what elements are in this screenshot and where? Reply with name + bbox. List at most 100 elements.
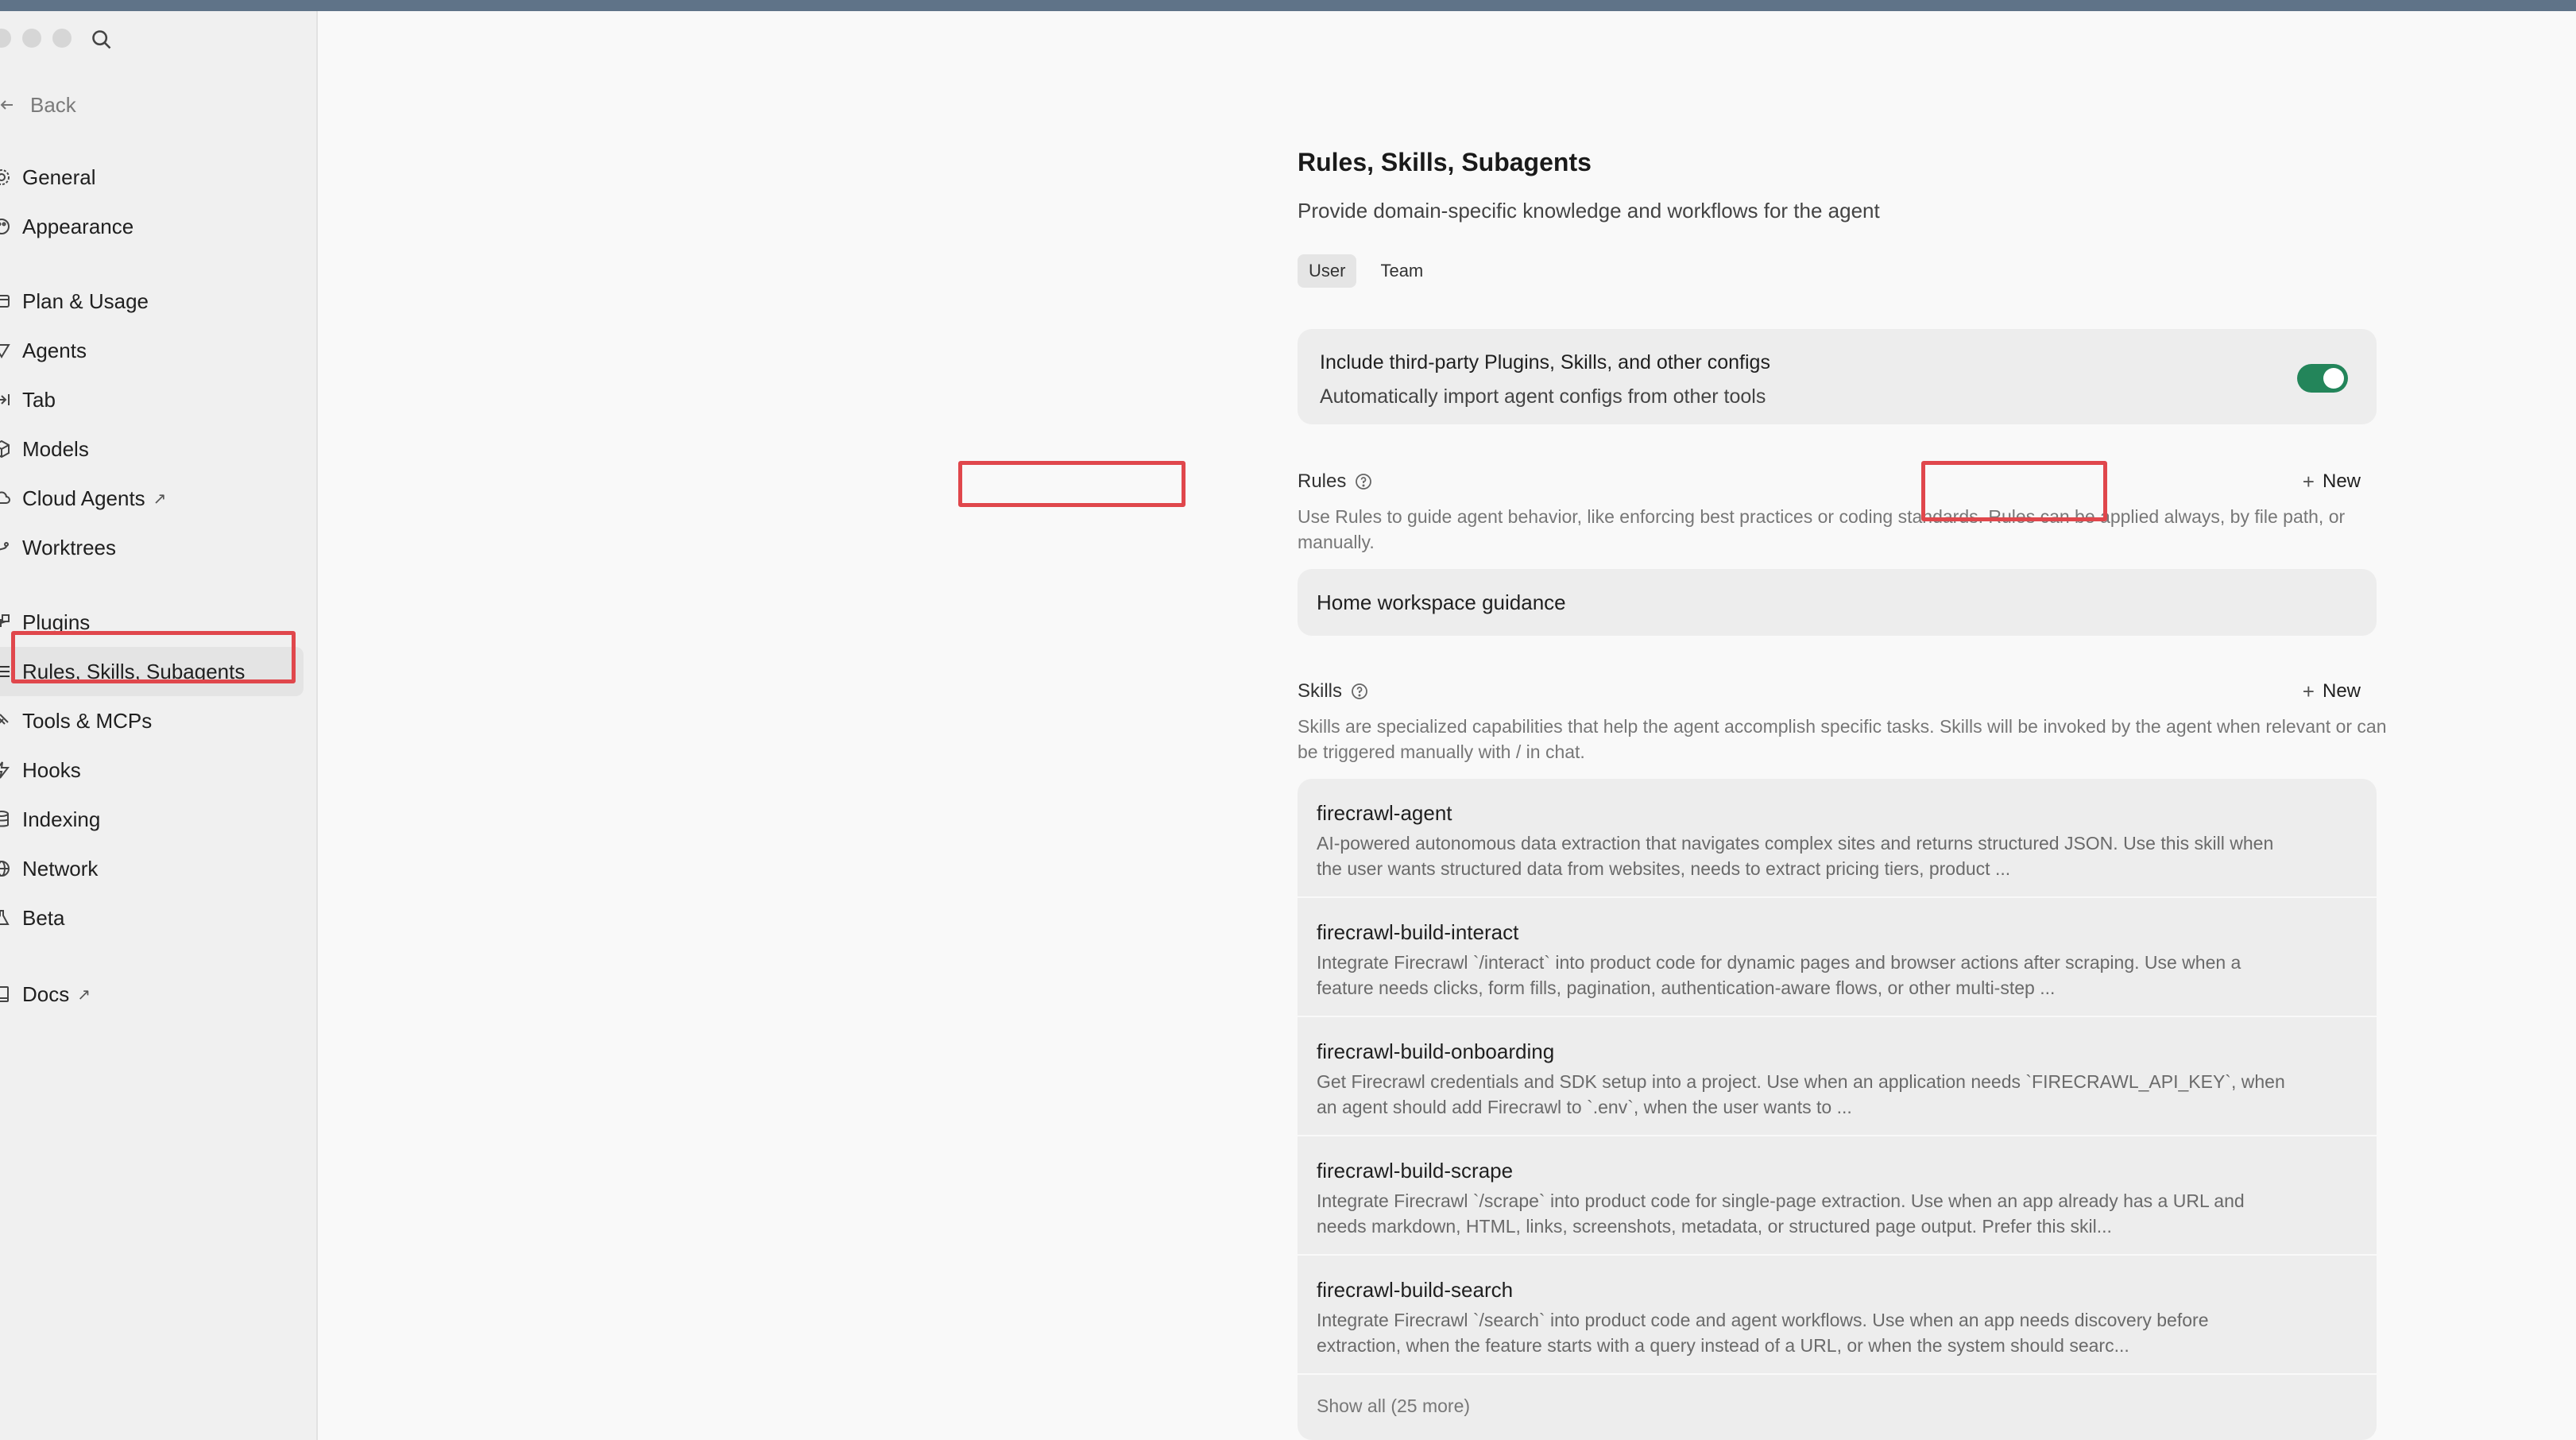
nav-group-account: Plan & Usage Agents Tab Models Cloud Age… <box>0 277 318 572</box>
new-rule-button[interactable]: + New <box>2303 470 2377 494</box>
rules-heading-group: Rules <box>1298 470 1373 493</box>
skills-heading-group: Skills <box>1298 680 1369 703</box>
sidebar-item-rules-skills-subagents[interactable]: Rules, Skills, Subagents <box>0 647 304 696</box>
show-all-skills-button[interactable]: Show all (25 more) <box>1298 1375 2377 1438</box>
nav-group-docs: Docs ↗ <box>0 970 318 1019</box>
sidebar-item-worktrees[interactable]: Worktrees <box>0 523 318 572</box>
sidebar-item-appearance[interactable]: Appearance <box>0 202 318 251</box>
globe-icon <box>0 861 10 877</box>
cube-icon <box>0 439 10 459</box>
sidebar-item-label: Rules, Skills, Subagents <box>22 659 246 683</box>
sidebar-item-agents[interactable]: Agents <box>0 326 318 375</box>
sidebar-item-label: Appearance <box>22 214 134 238</box>
sidebar-item-network[interactable]: Network <box>0 844 318 893</box>
list-item[interactable]: firecrawl-build-search Integrate Firecra… <box>1298 1256 2377 1375</box>
cloud-icon <box>0 491 10 504</box>
skills-description: Skills are specialized capabilities that… <box>1298 716 2387 762</box>
window-controls <box>0 29 72 48</box>
third-party-configs-card: Include third-party Plugins, Skills, and… <box>1298 329 2377 424</box>
sidebar-item-label: Plugins <box>22 610 91 634</box>
skills-list: firecrawl-agent AI-powered autonomous da… <box>1298 779 2377 1440</box>
sidebar-item-label: Worktrees <box>22 535 116 559</box>
list-item[interactable]: firecrawl-agent AI-powered autonomous da… <box>1298 779 2377 898</box>
tab-user[interactable]: User <box>1298 254 1357 288</box>
external-link-icon: ↗ <box>77 985 91 1004</box>
sidebar-item-label: Indexing <box>22 807 101 831</box>
new-skill-label: New <box>2322 680 2361 702</box>
settings-sidebar: Back General Appearance Plan & Usage Age… <box>0 11 318 1440</box>
list-item[interactable]: firecrawl-build-interact Integrate Firec… <box>1298 898 2377 1017</box>
search-icon[interactable] <box>91 29 113 51</box>
page-subtitle: Provide domain-specific knowledge and wo… <box>1298 199 1880 223</box>
sidebar-item-label: Models <box>22 436 89 461</box>
external-link-icon: ↗ <box>153 490 167 508</box>
sidebar-item-cloud-agents[interactable]: Cloud Agents ↗ <box>0 474 318 523</box>
rules-heading: Rules <box>1298 470 1347 492</box>
palette-icon <box>0 219 10 234</box>
skill-name: firecrawl-build-interact <box>1317 920 1519 944</box>
skill-description: Integrate Firecrawl `/search` into produ… <box>1317 1310 2209 1356</box>
sidebar-item-label: Cloud Agents <box>22 486 145 510</box>
sidebar-item-tools-mcps[interactable]: Tools & MCPs <box>0 696 318 745</box>
skill-description: Integrate Firecrawl `/scrape` into produ… <box>1317 1190 2245 1237</box>
skill-description: Get Firecrawl credentials and SDK setup … <box>1317 1071 2285 1117</box>
sidebar-item-label: Plan & Usage <box>22 288 149 313</box>
close-window-button[interactable] <box>0 29 11 48</box>
branch-icon <box>0 542 9 551</box>
sidebar-item-label: Agents <box>22 338 87 362</box>
page-title: Rules, Skills, Subagents <box>1298 148 1592 176</box>
skill-description: AI-powered autonomous data extraction th… <box>1317 833 2274 879</box>
back-button[interactable]: Back <box>0 81 76 129</box>
list-item[interactable]: firecrawl-build-onboarding Get Firecrawl… <box>1298 1017 2377 1136</box>
back-label: Back <box>30 92 76 117</box>
rule-item[interactable]: Home workspace guidance <box>1298 569 2377 636</box>
settings-window: Back General Appearance Plan & Usage Age… <box>0 11 2576 1440</box>
third-party-toggle[interactable] <box>2297 364 2348 393</box>
sidebar-item-label: Network <box>22 856 99 881</box>
help-circle-icon[interactable] <box>1354 472 1373 491</box>
sidebar-item-plan-usage[interactable]: Plan & Usage <box>0 277 318 326</box>
zoom-window-button[interactable] <box>52 29 72 48</box>
skills-header: Skills + New <box>1298 675 2377 707</box>
skills-heading: Skills <box>1298 680 1343 702</box>
sidebar-item-tab[interactable]: Tab <box>0 375 318 424</box>
card-icon <box>0 295 10 308</box>
new-skill-button[interactable]: + New <box>2303 679 2377 704</box>
sidebar-item-label: Tab <box>22 387 56 412</box>
skill-description: Integrate Firecrawl `/interact` into pro… <box>1317 952 2241 998</box>
new-rule-label: New <box>2322 470 2361 492</box>
minimize-window-button[interactable] <box>22 29 41 48</box>
list-icon <box>0 666 10 677</box>
sidebar-item-indexing[interactable]: Indexing <box>0 795 318 844</box>
sidebar-item-models[interactable]: Models <box>0 424 318 474</box>
skill-name: firecrawl-build-scrape <box>1317 1159 1514 1183</box>
list-item[interactable]: firecrawl-build-scrape Integrate Firecra… <box>1298 1136 2377 1256</box>
sidebar-item-label: Tools & MCPs <box>22 708 153 733</box>
gear-icon <box>0 169 10 185</box>
help-circle-icon[interactable] <box>1350 682 1369 701</box>
skill-name: firecrawl-agent <box>1317 801 1452 825</box>
sidebar-item-plugins[interactable]: Plugins <box>0 598 318 647</box>
sidebar-item-label: Beta <box>22 905 65 930</box>
rules-description: Use Rules to guide agent behavior, like … <box>1298 506 2346 552</box>
sidebar-item-hooks[interactable]: Hooks <box>0 745 318 795</box>
skill-name: firecrawl-build-search <box>1317 1278 1514 1302</box>
tools-icon <box>0 714 9 725</box>
rule-item-label: Home workspace guidance <box>1317 590 1566 614</box>
arrow-left-icon <box>0 100 13 110</box>
sidebar-item-general[interactable]: General <box>0 153 318 202</box>
sidebar-item-label: General <box>22 165 96 189</box>
third-party-title: Include third-party Plugins, Skills, and… <box>1320 351 1770 374</box>
bolt-icon <box>0 761 10 779</box>
sidebar-item-beta[interactable]: Beta <box>0 893 318 943</box>
tab-arrow-icon <box>0 394 10 405</box>
sidebar-item-docs[interactable]: Docs ↗ <box>0 970 318 1019</box>
scope-tabs: User Team <box>1298 254 1434 288</box>
sidebar-item-label: Docs <box>22 981 70 1006</box>
rules-header: Rules + New <box>1298 466 2377 497</box>
book-icon <box>0 986 9 1002</box>
flask-icon <box>0 910 10 925</box>
tab-team[interactable]: Team <box>1369 254 1434 288</box>
skill-name: firecrawl-build-onboarding <box>1317 1039 1555 1063</box>
plugin-icon <box>0 614 10 627</box>
